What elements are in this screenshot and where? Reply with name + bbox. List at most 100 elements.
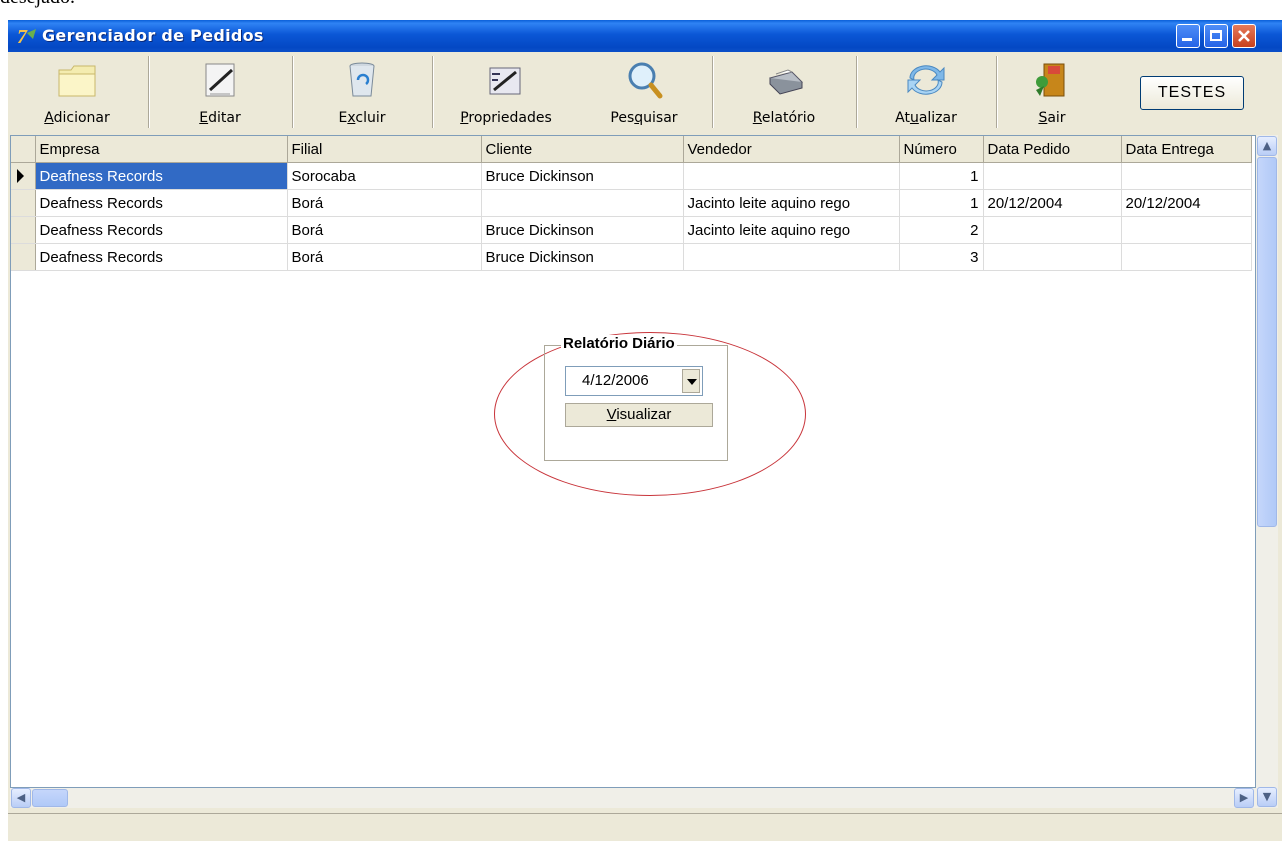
date-dropdown-button[interactable] <box>682 369 700 393</box>
cell-numero[interactable]: 1 <box>899 162 984 190</box>
cell-numero[interactable]: 1 <box>899 189 984 217</box>
column-header-data-pedido[interactable]: Data Pedido <box>983 136 1122 163</box>
chevron-left-icon: ◀ <box>16 791 26 804</box>
maximize-icon <box>1210 30 1222 41</box>
column-header-numero[interactable]: Número <box>899 136 984 163</box>
cell-cliente[interactable]: Bruce Dickinson <box>481 216 684 244</box>
cell-cliente[interactable] <box>481 189 684 217</box>
refresh-icon <box>907 65 945 95</box>
properties-button[interactable]: Propriedades <box>434 52 578 132</box>
add-button[interactable]: Adicionar <box>8 52 146 132</box>
cell-data-pedido[interactable] <box>983 162 1122 190</box>
exit-button[interactable]: Sair <box>998 52 1106 132</box>
cell-filial[interactable]: Borá <box>287 216 482 244</box>
table-row[interactable]: Deafness Records Borá Bruce Dickinson Ja… <box>11 216 1252 244</box>
orders-table: Empresa Filial Cliente Vendedor Número D… <box>11 136 1252 271</box>
close-icon <box>1238 30 1250 42</box>
main-window: 7 Gerenciador de Pedidos Adicionar Edita… <box>8 20 1282 841</box>
horizontal-scroll-thumb[interactable] <box>32 789 68 807</box>
add-label: Adicionar <box>44 110 110 126</box>
app-logo-icon: 7 <box>17 26 36 47</box>
cell-vendedor[interactable] <box>683 162 900 190</box>
refresh-label: Atualizar <box>895 110 957 126</box>
horizontal-scrollbar[interactable]: ◀ ▶ <box>10 788 1256 808</box>
cell-filial[interactable]: Borá <box>287 243 482 271</box>
cell-empresa[interactable]: Deafness Records <box>35 189 288 217</box>
cell-numero[interactable]: 3 <box>899 243 984 271</box>
cell-empresa[interactable]: Deafness Records <box>35 243 288 271</box>
cell-vendedor[interactable] <box>683 243 900 271</box>
cell-data-entrega[interactable] <box>1121 216 1252 244</box>
daily-report-groupbox: Relatório Diário 4/12/2006 Visualizar <box>544 335 728 461</box>
properties-icon <box>489 67 521 95</box>
cell-filial[interactable]: Sorocaba <box>287 162 482 190</box>
minimize-icon <box>1182 38 1192 41</box>
row-indicator[interactable] <box>11 162 36 190</box>
report-label: Relatório <box>752 110 816 126</box>
cell-data-entrega[interactable]: 20/12/2004 <box>1121 189 1252 217</box>
scroll-left-button[interactable]: ◀ <box>11 788 31 808</box>
refresh-button[interactable]: Atualizar <box>858 52 994 132</box>
search-label: Pesquisar <box>610 110 678 126</box>
toolbar: Adicionar Editar Excluir Propriedades Pe… <box>8 52 1282 132</box>
column-header-cliente[interactable]: Cliente <box>481 136 684 163</box>
edit-label: Editar <box>199 110 241 126</box>
row-indicator[interactable] <box>11 243 36 271</box>
row-indicator[interactable] <box>11 189 36 217</box>
printer-icon <box>769 69 803 95</box>
cell-data-pedido[interactable] <box>983 243 1122 271</box>
cell-empresa[interactable]: Deafness Records <box>35 216 288 244</box>
report-date-value: 4/12/2006 <box>582 372 649 389</box>
scroll-right-button[interactable]: ▶ <box>1234 788 1254 808</box>
row-indicator[interactable] <box>11 216 36 244</box>
cell-cliente[interactable]: Bruce Dickinson <box>481 162 684 190</box>
minimize-button[interactable] <box>1176 24 1200 48</box>
status-bar <box>8 813 1282 841</box>
chevron-up-icon: ▲ <box>1262 139 1272 152</box>
cell-filial[interactable]: Borá <box>287 189 482 217</box>
column-header-vendedor[interactable]: Vendedor <box>683 136 900 163</box>
view-report-button[interactable]: Visualizar <box>565 403 713 427</box>
vertical-scrollbar[interactable]: ▲ ▼ <box>1256 135 1278 808</box>
table-row[interactable]: Deafness Records Borá Bruce Dickinson 3 <box>11 243 1252 271</box>
maximize-button[interactable] <box>1204 24 1228 48</box>
delete-button[interactable]: Excluir <box>294 52 430 132</box>
column-header-data-entrega[interactable]: Data Entrega <box>1121 136 1252 163</box>
dropdown-arrow-icon <box>687 379 697 385</box>
properties-label: Propriedades <box>460 110 552 126</box>
vertical-scroll-thumb[interactable] <box>1257 157 1277 527</box>
cell-vendedor[interactable]: Jacinto leite aquino rego <box>683 189 900 217</box>
testes-button[interactable]: TESTES <box>1140 76 1244 110</box>
cell-data-entrega[interactable] <box>1121 243 1252 271</box>
header-row: Empresa Filial Cliente Vendedor Número D… <box>11 136 1252 163</box>
delete-label: Excluir <box>338 110 386 126</box>
cell-empresa[interactable]: Deafness Records <box>35 162 288 190</box>
window-title: Gerenciador de Pedidos <box>42 26 264 45</box>
close-button[interactable] <box>1232 24 1256 48</box>
chevron-down-icon: ▼ <box>1262 790 1272 803</box>
table-row[interactable]: Deafness Records Borá Jacinto leite aqui… <box>11 189 1252 217</box>
cell-data-pedido[interactable] <box>983 216 1122 244</box>
column-header-filial[interactable]: Filial <box>287 136 482 163</box>
current-row-pointer-icon <box>17 169 24 183</box>
cell-data-pedido[interactable]: 20/12/2004 <box>983 189 1122 217</box>
document-text-fragment: desejado. <box>0 0 75 9</box>
edit-button[interactable]: Editar <box>150 52 290 132</box>
report-button[interactable]: Relatório <box>714 52 854 132</box>
column-header-empresa[interactable]: Empresa <box>35 136 288 163</box>
recycle-bin-icon <box>349 62 375 97</box>
cell-cliente[interactable]: Bruce Dickinson <box>481 243 684 271</box>
scroll-down-button[interactable]: ▼ <box>1257 787 1277 807</box>
report-date-picker[interactable]: 4/12/2006 <box>565 366 703 396</box>
cell-vendedor[interactable]: Jacinto leite aquino rego <box>683 216 900 244</box>
exit-label: Sair <box>1038 110 1066 126</box>
search-button[interactable]: Pesquisar <box>578 52 710 132</box>
row-indicator-header <box>11 136 36 163</box>
folder-icon <box>58 65 96 97</box>
cell-numero[interactable]: 2 <box>899 216 984 244</box>
title-bar[interactable]: 7 Gerenciador de Pedidos <box>8 20 1282 52</box>
table-row[interactable]: Deafness Records Sorocaba Bruce Dickinso… <box>11 162 1252 190</box>
scroll-up-button[interactable]: ▲ <box>1257 136 1277 156</box>
cell-data-entrega[interactable] <box>1121 162 1252 190</box>
exit-door-icon <box>1036 63 1065 97</box>
